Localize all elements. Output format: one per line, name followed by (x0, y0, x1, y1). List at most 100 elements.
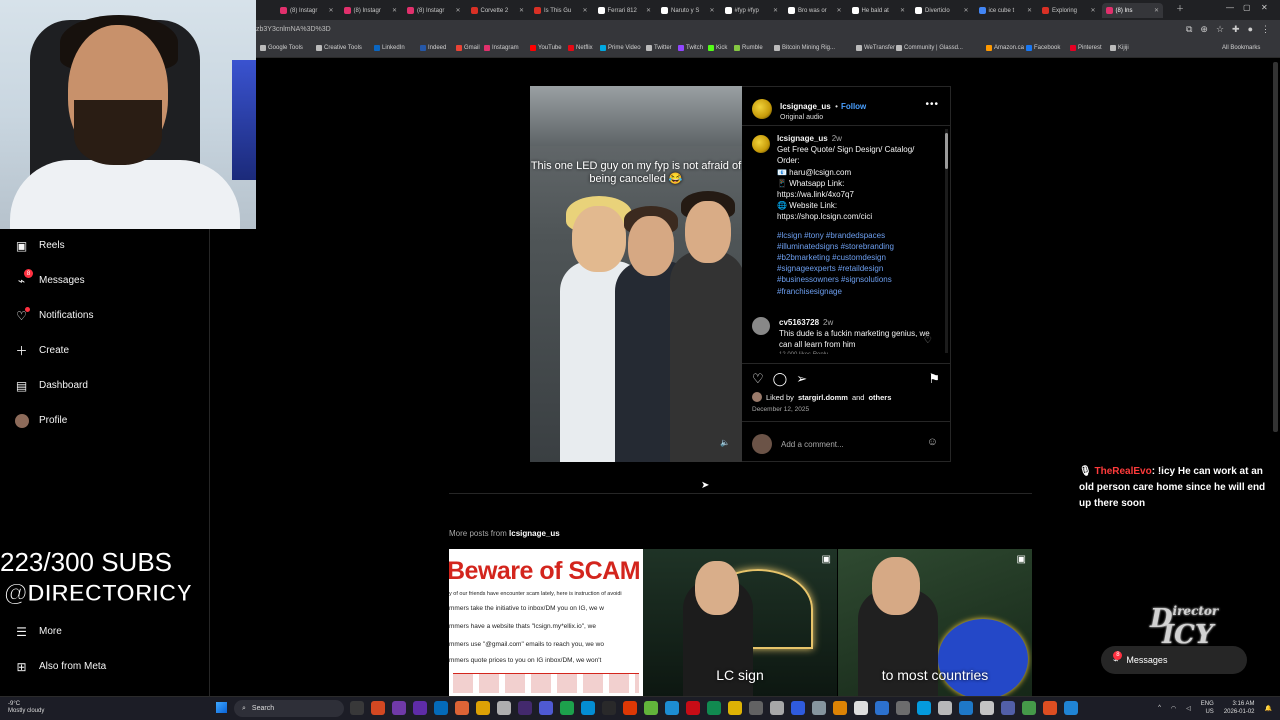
browser-tab[interactable]: Ferrari 812 ✕ (594, 3, 656, 18)
close-tab-icon[interactable]: ✕ (455, 7, 460, 14)
browser-tab[interactable]: Diverticlo ✕ (911, 3, 973, 18)
taskbar-app-icon[interactable] (791, 701, 805, 715)
taskbar-app-icon[interactable] (833, 701, 847, 715)
taskbar-app-icon[interactable] (1001, 701, 1015, 715)
language-indicator[interactable]: ENG US (1201, 700, 1214, 716)
sidebar-item-messages[interactable]: ⌁ 8 Messages (14, 269, 85, 288)
close-tab-icon[interactable]: ✕ (709, 7, 714, 14)
browser-tab[interactable]: Exploring ✕ (1038, 3, 1100, 18)
avatar[interactable] (752, 98, 772, 119)
taskbar-app-icon[interactable] (371, 701, 385, 715)
taskbar-app-icon[interactable] (665, 701, 679, 715)
bookmark-item[interactable]: LinkedIn (374, 45, 405, 51)
sidebar-item-notifications[interactable]: ♡ Notifications (14, 307, 93, 323)
taskbar-app-icon[interactable] (518, 701, 532, 715)
sidebar-item-more[interactable]: ☰ More (14, 624, 62, 639)
bookmark-item[interactable]: Netflix (568, 45, 593, 51)
bookmark-item[interactable]: Twitter (646, 45, 672, 51)
browser-tab[interactable]: (8) Instagr ✕ (276, 3, 338, 18)
more-posts-user[interactable]: lcsignage_us (509, 529, 560, 538)
post-username[interactable]: lcsignage_us (780, 102, 831, 111)
sidebar-item-reels[interactable]: ▣ Reels (14, 238, 65, 253)
taskbar-app-icon[interactable] (917, 701, 931, 715)
more-post-tile[interactable]: Beware of SCAM y of our friends have enc… (449, 549, 643, 696)
bookmark-item[interactable]: Google Tools (260, 45, 303, 51)
share-icon[interactable]: ➢ (796, 371, 807, 387)
add-comment-input[interactable]: Add a comment... (781, 440, 844, 449)
bookmark-item[interactable]: Instagram (484, 45, 519, 51)
taskbar-app-icon[interactable] (581, 701, 595, 715)
emoji-icon[interactable]: ☺ (927, 436, 938, 448)
bookmark-item[interactable]: Indeed (420, 45, 446, 51)
close-tab-icon[interactable]: ✕ (519, 7, 524, 14)
taskbar-app-icon[interactable] (938, 701, 952, 715)
mute-icon[interactable]: 🔈 (720, 438, 730, 447)
taskbar-app-icon[interactable] (350, 701, 364, 715)
zoom-icon[interactable]: ⊕ (1200, 24, 1208, 35)
maximize-button[interactable]: ▢ (1243, 3, 1251, 12)
close-tab-icon[interactable]: ✕ (900, 7, 905, 14)
taskbar-app-icon[interactable] (896, 701, 910, 715)
taskbar-app-icon[interactable] (980, 701, 994, 715)
follow-button[interactable]: Follow (841, 102, 866, 111)
bookmark-item[interactable]: WeTransfer (856, 45, 895, 51)
taskbar-app-icon[interactable] (812, 701, 826, 715)
windows-start-icon[interactable] (216, 702, 227, 713)
taskbar-search[interactable]: ⌕ Search (234, 700, 344, 717)
bookmark-item[interactable]: Creative Tools (316, 45, 362, 51)
liked-by-others[interactable]: others (868, 393, 891, 402)
close-tab-icon[interactable]: ✕ (773, 7, 778, 14)
taskbar-app-icon[interactable] (749, 701, 763, 715)
weather-widget[interactable]: -9°C Mostly cloudy (8, 701, 44, 715)
comment-username[interactable]: cv5163728 (779, 318, 819, 327)
comment-icon[interactable]: ◯ (773, 371, 788, 387)
caption-username[interactable]: lcsignage_us (777, 134, 828, 143)
sidebar-item-also-from-meta[interactable]: ⊞ Also from Meta (14, 659, 106, 674)
bookmark-item[interactable]: Amazon.ca (986, 45, 1024, 51)
audio-label[interactable]: Original audio (780, 114, 866, 121)
taskbar-app-icon[interactable] (1043, 701, 1057, 715)
close-tab-icon[interactable]: ✕ (1027, 7, 1032, 14)
extension-icon[interactable]: ✚ (1232, 24, 1240, 35)
chrome-menu-icon[interactable]: ⋮ (1261, 24, 1270, 35)
avatar[interactable] (752, 135, 770, 153)
bookmark-item[interactable]: Facebook (1026, 45, 1060, 51)
bookmark-item[interactable]: Prime Video (600, 45, 641, 51)
clock[interactable]: 3:16 AM 2026-01-02 (1224, 700, 1255, 716)
comment-like-icon[interactable]: ♡ (924, 335, 932, 346)
volume-icon[interactable]: ◁ (1186, 705, 1191, 712)
taskbar-app-icon[interactable] (539, 701, 553, 715)
bookmark-item[interactable]: Gmail (456, 45, 480, 51)
taskbar-app-icon[interactable] (476, 701, 490, 715)
url-field[interactable]: zb3Y3cnlmNA%3D%3D (256, 26, 331, 33)
taskbar-app-icon[interactable] (875, 701, 889, 715)
browser-tab[interactable]: He bald at ✕ (848, 3, 910, 18)
close-tab-icon[interactable]: ✕ (1154, 7, 1159, 14)
notification-bell-icon[interactable]: 🔔 (1265, 705, 1272, 712)
caption-hashtags[interactable]: #lcsign #tony #brandedspaces #illuminate… (777, 230, 937, 297)
taskbar-app-icon[interactable] (413, 701, 427, 715)
taskbar-app-icon[interactable] (959, 701, 973, 715)
taskbar-app-icon[interactable] (1064, 701, 1078, 715)
chevron-up-icon[interactable]: ^ (1158, 705, 1161, 711)
taskbar-app-icon[interactable] (707, 701, 721, 715)
caption-link[interactable]: https://shop.lcsign.com/cici (777, 212, 872, 221)
browser-tab[interactable]: Corvette 2 ✕ (467, 3, 529, 18)
close-tab-icon[interactable]: ✕ (582, 7, 587, 14)
new-tab-button[interactable]: ＋ (1176, 3, 1184, 14)
profile-icon[interactable]: ● (1248, 24, 1253, 35)
taskbar-app-icon[interactable] (854, 701, 868, 715)
close-tab-icon[interactable]: ✕ (836, 7, 841, 14)
browser-tab[interactable]: (8) Instagr ✕ (403, 3, 465, 18)
more-post-tile[interactable]: ▣ LC sign (643, 549, 837, 696)
taskbar-app-icon[interactable] (455, 701, 469, 715)
sidebar-item-dashboard[interactable]: ▤ Dashboard (14, 378, 88, 393)
bookmark-item[interactable]: Rumble (734, 45, 763, 51)
bookmark-item[interactable]: Community | Glassd... (896, 45, 963, 51)
comments-scrollbar[interactable] (945, 129, 948, 353)
close-window-button[interactable]: ✕ (1261, 3, 1268, 12)
browser-tab[interactable]: (8) Instagr ✕ (340, 3, 402, 18)
minimize-button[interactable]: — (1226, 3, 1234, 12)
taskbar-app-icon[interactable] (623, 701, 637, 715)
close-tab-icon[interactable]: ✕ (646, 7, 651, 14)
